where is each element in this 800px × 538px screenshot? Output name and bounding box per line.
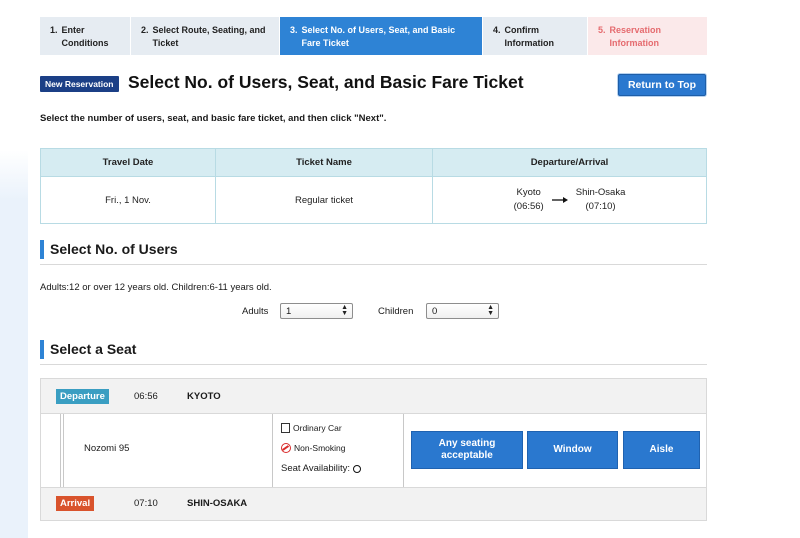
availability-label: Seat Availability: bbox=[281, 463, 351, 474]
page: 1. Enter Conditions 2. Select Route, Sea… bbox=[28, 0, 728, 538]
header-departure-arrival: Departure/Arrival bbox=[432, 148, 707, 177]
seat-selection-panel: Departure 06:56 KYOTO Nozomi 95 Ordinary… bbox=[40, 378, 707, 521]
aisle-seat-button[interactable]: Aisle bbox=[623, 431, 700, 469]
section-select-seat: Select a Seat bbox=[40, 340, 707, 365]
seat-availability: Seat Availability: bbox=[281, 463, 362, 474]
step-select-users: 3. Select No. of Users, Seat, and Basic … bbox=[280, 17, 482, 55]
children-select[interactable]: 0 ▲ ▼ bbox=[426, 303, 499, 319]
from-station-name: Kyoto bbox=[516, 187, 541, 198]
arrival-row: Arrival 07:10 SHIN-OSAKA bbox=[41, 488, 706, 520]
window-seat-button[interactable]: Window bbox=[527, 431, 618, 469]
step-number: 4. bbox=[493, 25, 501, 35]
step-label: Reservation Information bbox=[609, 25, 662, 48]
adults-value: 1 bbox=[286, 306, 292, 317]
departure-time: 06:56 bbox=[134, 391, 158, 402]
section-accent-bar bbox=[40, 340, 44, 359]
car-type: Ordinary Car bbox=[281, 423, 342, 433]
arrival-time: 07:10 bbox=[134, 498, 158, 509]
section-heading: Select a Seat bbox=[50, 341, 137, 357]
to-time: (07:10) bbox=[585, 201, 616, 212]
step-label: Confirm Information bbox=[504, 25, 555, 48]
available-circle-icon bbox=[353, 464, 362, 473]
arrival-station: SHIN-OSAKA bbox=[187, 498, 248, 509]
divider bbox=[403, 414, 404, 487]
departure-arrival: Kyoto (06:56) Shin-Osaka (07:10) bbox=[432, 176, 707, 224]
any-seating-button[interactable]: Any seating acceptable bbox=[411, 431, 523, 469]
route-line bbox=[60, 414, 61, 487]
train-row: Nozomi 95 Ordinary Car Non-Smoking Seat … bbox=[41, 414, 706, 488]
progress-steps: 1. Enter Conditions 2. Select Route, Sea… bbox=[40, 17, 708, 55]
section-select-users: Select No. of Users bbox=[40, 240, 707, 265]
car-type-label: Ordinary Car bbox=[293, 423, 342, 433]
smoking-type: Non-Smoking bbox=[281, 443, 346, 453]
no-smoking-icon bbox=[281, 443, 291, 453]
children-label: Children bbox=[378, 306, 414, 317]
ticket-name: Regular ticket bbox=[215, 176, 433, 224]
section-accent-bar bbox=[40, 240, 44, 259]
route-line bbox=[63, 414, 64, 487]
step-number: 1. bbox=[50, 25, 58, 35]
smoking-label: Non-Smoking bbox=[294, 443, 346, 453]
from-time: (06:56) bbox=[513, 201, 544, 212]
return-to-top-button[interactable]: Return to Top bbox=[618, 74, 706, 96]
departure-station: KYOTO bbox=[187, 391, 221, 402]
new-reservation-badge: New Reservation bbox=[40, 76, 119, 92]
step-confirm: 4. Confirm Information bbox=[483, 17, 587, 55]
train-name: Nozomi 95 bbox=[84, 443, 130, 454]
travel-summary-table: Travel Date Ticket Name Departure/Arriva… bbox=[40, 148, 707, 224]
step-number: 3. bbox=[290, 25, 298, 35]
step-number: 5. bbox=[598, 25, 606, 35]
children-value: 0 bbox=[432, 306, 438, 317]
select-arrows-icon: ▲ ▼ bbox=[487, 304, 494, 317]
travel-date: Fri., 1 Nov. bbox=[40, 176, 216, 224]
car-icon bbox=[281, 423, 290, 433]
to-station-name: Shin-Osaka bbox=[575, 187, 626, 198]
step-select-route: 2. Select Route, Seating, and Ticket bbox=[131, 17, 279, 55]
step-label: Enter Conditions bbox=[61, 25, 109, 48]
divider bbox=[272, 414, 273, 487]
from-station: Kyoto (06:56) bbox=[514, 186, 544, 214]
page-title: Select No. of Users, Seat, and Basic Far… bbox=[128, 72, 524, 92]
to-station: Shin-Osaka (07:10) bbox=[576, 186, 626, 214]
arrow-right-icon bbox=[551, 197, 568, 203]
arrival-tag: Arrival bbox=[56, 496, 95, 511]
instruction-text: Select the number of users, seat, and ba… bbox=[40, 113, 387, 124]
background-strip bbox=[728, 0, 800, 538]
step-label: Select Route, Seating, and Ticket bbox=[152, 25, 266, 48]
adults-select[interactable]: 1 ▲ ▼ bbox=[280, 303, 353, 319]
step-reservation-info: 5. Reservation Information bbox=[588, 17, 707, 55]
section-heading: Select No. of Users bbox=[50, 241, 178, 257]
select-arrows-icon: ▲ ▼ bbox=[341, 304, 348, 317]
adults-label: Adults bbox=[242, 306, 269, 317]
departure-row: Departure 06:56 KYOTO bbox=[41, 379, 706, 414]
age-note: Adults:12 or over 12 years old. Children… bbox=[40, 282, 272, 293]
departure-tag: Departure bbox=[56, 389, 109, 404]
header-ticket-name: Ticket Name bbox=[215, 148, 433, 177]
step-number: 2. bbox=[141, 25, 149, 35]
header-travel-date: Travel Date bbox=[40, 148, 216, 177]
step-enter-conditions: 1. Enter Conditions bbox=[40, 17, 130, 55]
step-label: Select No. of Users, Seat, and Basic Far… bbox=[301, 25, 456, 48]
